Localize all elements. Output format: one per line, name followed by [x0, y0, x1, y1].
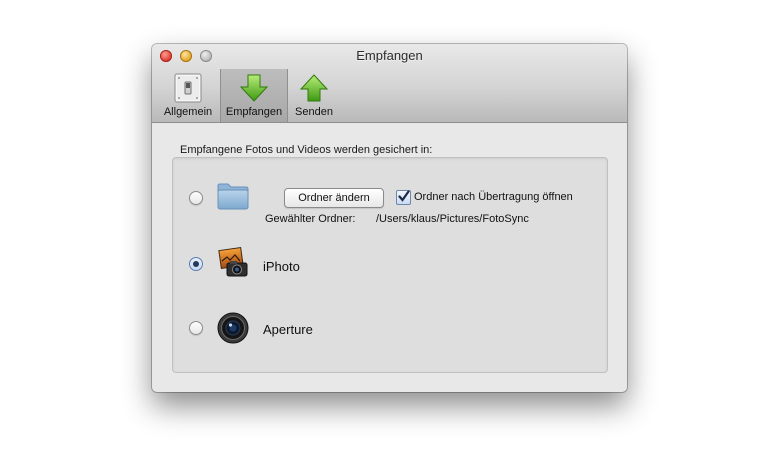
destination-group: Ordner ändern Ordner nach Übertragung öf… [172, 157, 608, 373]
open-after-transfer-label: Ordner nach Übertragung öffnen [414, 191, 573, 203]
radio-iphoto[interactable] [189, 257, 203, 271]
arrow-down-icon [239, 73, 269, 103]
tab-senden[interactable]: Senden [289, 69, 339, 122]
folder-icon [217, 182, 249, 210]
tab-allgemein-label: Allgemein [163, 106, 213, 118]
radio-folder[interactable] [189, 191, 203, 205]
arrow-up-icon [299, 73, 329, 103]
title-bar: Empfangen Allgemein Empfangen Senden [152, 44, 627, 123]
window-title: Empfangen [356, 48, 423, 63]
iphoto-icon [217, 246, 249, 279]
tab-empfangen[interactable]: Empfangen [220, 69, 288, 122]
aperture-icon [217, 312, 249, 344]
change-folder-button[interactable]: Ordner ändern [284, 188, 384, 208]
preferences-window: Empfangen Allgemein Empfangen Senden Emp… [152, 44, 627, 392]
tab-allgemein[interactable]: Allgemein [158, 69, 218, 122]
tab-senden-label: Senden [295, 106, 333, 118]
destination-heading: Empfangene Fotos und Videos werden gesic… [180, 144, 433, 156]
tab-empfangen-label: Empfangen [225, 106, 283, 118]
switch-icon [173, 73, 203, 103]
open-after-transfer-checkbox[interactable] [396, 190, 411, 205]
iphoto-label: iPhoto [263, 259, 300, 274]
selected-folder-path: /Users/klaus/Pictures/FotoSync [376, 213, 529, 225]
selected-folder-label: Gewählter Ordner: [265, 213, 356, 225]
aperture-label: Aperture [263, 322, 313, 337]
radio-aperture[interactable] [189, 321, 203, 335]
